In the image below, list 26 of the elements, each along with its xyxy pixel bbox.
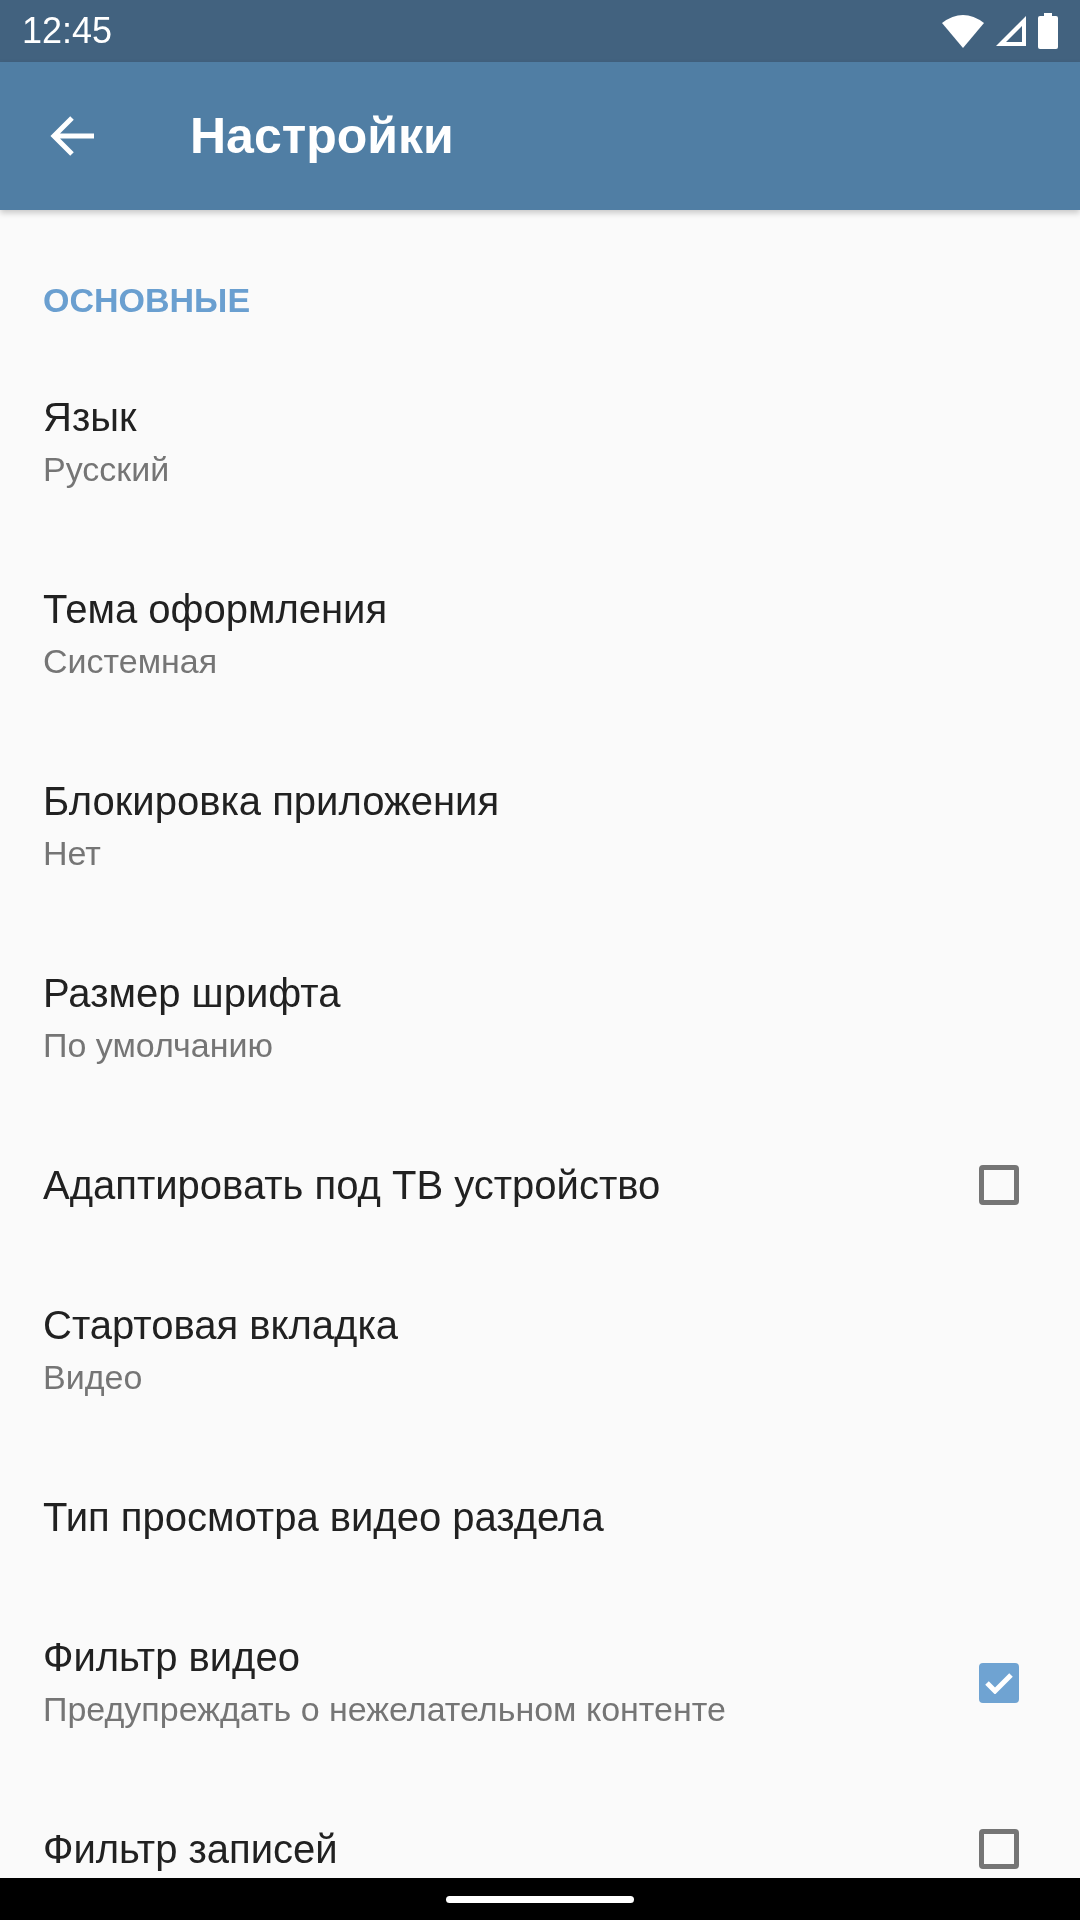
screen-title: Настройки [190,107,454,165]
setting-title[interactable]: Стартовая вкладка [43,1299,1019,1351]
checkmark-icon [985,1672,1013,1694]
setting-value: Видео [43,1357,144,1398]
setting-title[interactable]: Фильтр записей [43,1823,979,1875]
setting-title[interactable]: Адаптировать под ТВ устройство [43,1159,979,1211]
setting-title[interactable]: Тип просмотра видео раздела [43,1491,1019,1543]
setting-value: Предупреждать о нежелательном контенте [43,1689,727,1730]
home-handle[interactable] [446,1895,634,1903]
checkbox[interactable] [979,1165,1019,1205]
battery-icon [1038,13,1058,49]
section-header: ОСНОВНЫЕ [42,280,252,321]
setting-title[interactable]: Тема оформления [43,583,1019,635]
setting-value: Русский [43,449,171,490]
setting-value: По умолчанию [43,1025,274,1066]
setting-title[interactable]: Фильтр видео [43,1631,979,1683]
setting-title[interactable]: Блокировка приложения [43,775,1019,827]
setting-value: Нет [43,833,102,874]
clock-time: 12:45 [22,10,113,52]
signal-icon [994,14,1028,48]
setting-value: Системная [43,641,219,682]
checkbox[interactable] [979,1829,1019,1869]
setting-title[interactable]: Размер шрифта [43,967,1019,1019]
wifi-icon [942,14,984,48]
checkbox[interactable] [979,1663,1019,1703]
setting-title[interactable]: Язык [43,391,1019,443]
